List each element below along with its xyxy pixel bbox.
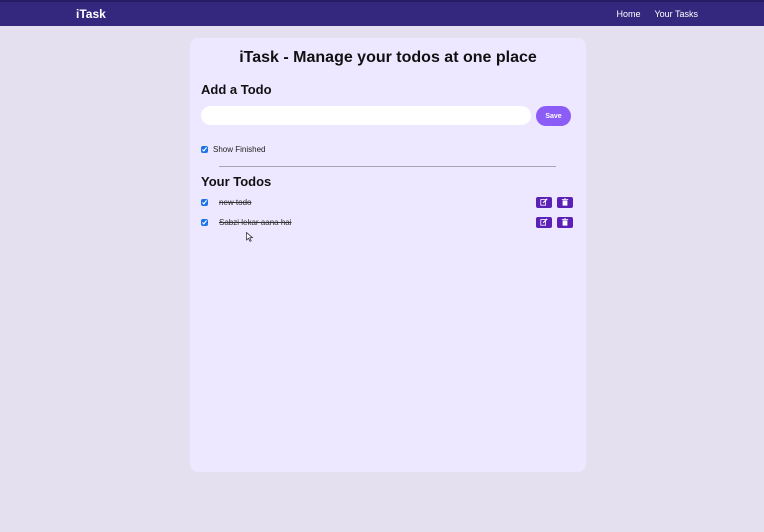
todo-card: iTask - Manage your todos at one place A… xyxy=(190,38,586,472)
add-todo-heading: Add a Todo xyxy=(201,82,272,97)
show-finished-label: Show Finished xyxy=(213,145,266,154)
divider xyxy=(219,166,556,167)
todo-checkbox[interactable] xyxy=(201,199,208,206)
trash-icon xyxy=(561,218,569,226)
page-title: iTask - Manage your todos at one place xyxy=(239,49,537,66)
todo-item: new todo xyxy=(201,197,573,211)
todo-checkbox[interactable] xyxy=(201,219,208,226)
edit-button[interactable] xyxy=(536,197,552,208)
save-button[interactable]: Save xyxy=(536,106,571,126)
todo-input[interactable] xyxy=(201,106,531,125)
edit-icon xyxy=(540,218,548,226)
nav-link-home[interactable]: Home xyxy=(616,9,640,19)
your-todos-heading: Your Todos xyxy=(201,174,272,189)
mouse-cursor-icon xyxy=(246,232,254,242)
show-finished-checkbox[interactable] xyxy=(201,146,208,153)
trash-icon xyxy=(561,198,569,206)
delete-button[interactable] xyxy=(557,197,573,208)
edit-icon xyxy=(540,198,548,206)
todo-text: Sabzi lekar aana hai xyxy=(219,218,292,227)
nav-links: Home Your Tasks xyxy=(616,9,698,19)
delete-button[interactable] xyxy=(557,217,573,228)
navbar: iTask Home Your Tasks xyxy=(0,0,764,26)
brand-logo[interactable]: iTask xyxy=(76,7,106,21)
todo-text: new todo xyxy=(219,198,252,207)
edit-button[interactable] xyxy=(536,217,552,228)
nav-link-your-tasks[interactable]: Your Tasks xyxy=(654,9,698,19)
todo-item: Sabzi lekar aana hai xyxy=(201,217,573,231)
show-finished-toggle: Show Finished xyxy=(201,145,265,154)
